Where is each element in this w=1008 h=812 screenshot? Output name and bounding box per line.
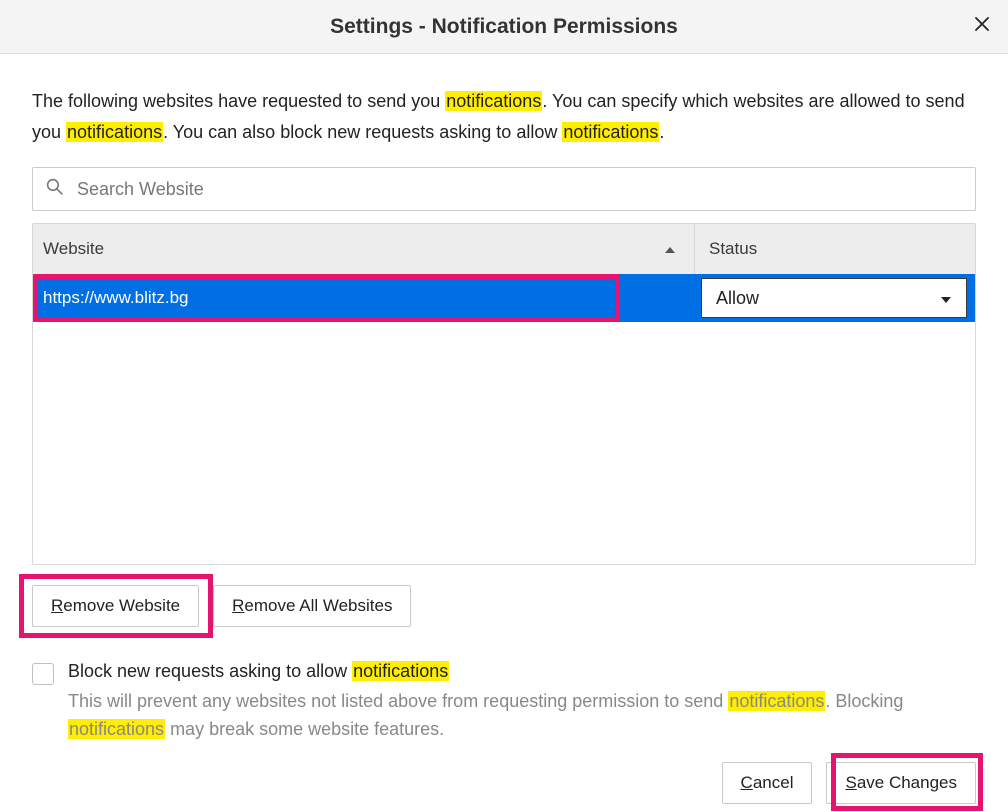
close-button[interactable] xyxy=(968,10,996,38)
remove-buttons-row: Remove Website Remove All Websites xyxy=(32,585,976,627)
table-body: https://www.blitz.bg Allow xyxy=(33,274,975,564)
remove-website-button[interactable]: Remove Website xyxy=(32,585,199,627)
highlight-notifications: notifications xyxy=(728,691,825,711)
cancel-button[interactable]: Cancel xyxy=(722,762,813,804)
chevron-down-icon xyxy=(940,288,952,309)
highlight-notifications: notifications xyxy=(352,661,449,681)
col-header-website[interactable]: Website xyxy=(33,224,695,274)
close-icon xyxy=(974,16,990,32)
save-changes-button[interactable]: Save Changes xyxy=(826,762,976,804)
block-new-requests-label: Block new requests asking to allow notif… xyxy=(68,661,976,682)
cell-website-url: https://www.blitz.bg xyxy=(33,274,695,322)
status-select[interactable]: Allow xyxy=(701,278,967,318)
intro-text: The following websites have requested to… xyxy=(32,86,976,147)
highlight-notifications: notifications xyxy=(68,719,165,739)
status-select-value: Allow xyxy=(716,288,759,309)
remove-all-websites-button[interactable]: Remove All Websites xyxy=(213,585,411,627)
table-header: Website Status xyxy=(33,224,975,274)
footer-buttons: Cancel Save Changes xyxy=(32,762,976,812)
block-new-requests-description: This will prevent any websites not liste… xyxy=(68,688,976,744)
block-new-requests-checkbox[interactable] xyxy=(32,663,54,685)
highlight-notifications: notifications xyxy=(66,122,163,142)
highlight-notifications: notifications xyxy=(445,91,542,111)
col-header-status[interactable]: Status xyxy=(695,224,975,274)
permissions-table: Website Status https://www.blitz.bg Allo… xyxy=(32,223,976,565)
dialog-title: Settings - Notification Permissions xyxy=(330,15,678,39)
table-row[interactable]: https://www.blitz.bg Allow xyxy=(33,274,975,322)
titlebar: Settings - Notification Permissions xyxy=(0,0,1008,54)
search-wrap xyxy=(32,167,976,211)
sort-asc-icon xyxy=(664,239,676,259)
highlight-notifications: notifications xyxy=(562,122,659,142)
block-new-requests-section: Block new requests asking to allow notif… xyxy=(32,661,976,744)
search-input[interactable] xyxy=(32,167,976,211)
